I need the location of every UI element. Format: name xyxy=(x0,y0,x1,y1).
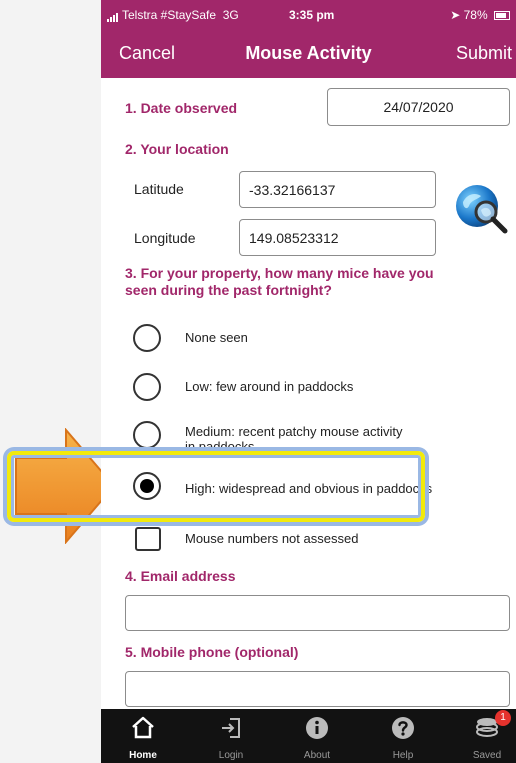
info-icon xyxy=(306,717,328,739)
option-label: None seen xyxy=(185,330,248,345)
option-none-seen: None seen xyxy=(185,330,248,345)
status-bar: Telstra #StaySafe 3G 3:35 pm ➤ 78% xyxy=(101,0,516,30)
tab-bar: Home Login About Help 1 Saved xyxy=(101,709,516,763)
email-field[interactable] xyxy=(125,595,510,631)
tab-help[interactable]: Help xyxy=(371,709,435,763)
battery-icon xyxy=(494,11,510,21)
help-icon xyxy=(392,717,414,739)
status-time: 3:35 pm xyxy=(289,8,335,22)
globe-search-icon[interactable] xyxy=(453,180,511,238)
selected-option-highlight xyxy=(7,451,425,522)
status-left: Telstra #StaySafe 3G xyxy=(107,8,239,22)
tab-label: Login xyxy=(218,750,244,761)
email-label: 4. Email address xyxy=(125,568,236,584)
nav-bar: Cancel Mouse Activity Submit xyxy=(101,30,516,78)
network-type: 3G xyxy=(222,8,239,22)
login-icon xyxy=(222,718,240,738)
date-field[interactable] xyxy=(327,88,510,126)
location-label: 2. Your location xyxy=(125,141,229,157)
signal-icon xyxy=(107,8,119,22)
tab-label: Help xyxy=(392,750,414,761)
saved-count-badge: 1 xyxy=(495,710,511,726)
tab-saved[interactable]: 1 Saved xyxy=(455,709,516,763)
tab-label: Saved xyxy=(472,750,502,761)
option-label: Low: few around in paddocks xyxy=(185,379,354,394)
battery-percent: 78% xyxy=(463,8,488,22)
mice-question-line1: 3. For your property, how many mice have… xyxy=(125,265,434,281)
radio-none-seen[interactable] xyxy=(133,324,161,352)
mice-question-line2: seen during the past fortnight? xyxy=(125,282,332,298)
option-medium: Medium: recent patchy mouse activity in … xyxy=(185,424,402,454)
submit-button[interactable]: Submit xyxy=(456,43,512,64)
home-icon xyxy=(132,716,154,739)
location-arrow-icon: ➤ xyxy=(450,8,461,22)
option-label: Mouse numbers not assessed xyxy=(185,531,359,546)
radio-medium[interactable] xyxy=(133,421,161,449)
option-low: Low: few around in paddocks xyxy=(185,379,353,394)
checkbox-not-assessed[interactable] xyxy=(135,527,161,551)
longitude-field[interactable] xyxy=(239,219,436,256)
longitude-label: Longitude xyxy=(134,230,196,246)
mice-question: 3. For your property, how many mice have… xyxy=(125,265,434,299)
radio-low[interactable] xyxy=(133,373,161,401)
tab-login[interactable]: Login xyxy=(199,709,263,763)
page-title: Mouse Activity xyxy=(245,43,372,63)
carrier-name: Telstra #StaySafe xyxy=(122,8,217,22)
tab-label: About xyxy=(303,750,331,761)
latitude-label: Latitude xyxy=(134,181,184,197)
date-label: 1. Date observed xyxy=(125,100,238,116)
latitude-field[interactable] xyxy=(239,171,436,208)
option-not-assessed: Mouse numbers not assessed xyxy=(185,531,358,546)
tab-about[interactable]: About xyxy=(285,709,349,763)
tab-label: Home xyxy=(129,750,157,761)
status-right: ➤ 78% xyxy=(450,8,510,22)
phone-screen: Telstra #StaySafe 3G 3:35 pm ➤ 78% Cance… xyxy=(101,0,516,763)
tab-home[interactable]: Home xyxy=(111,709,175,763)
phone-field[interactable] xyxy=(125,671,510,707)
phone-label: 5. Mobile phone (optional) xyxy=(125,644,299,660)
option-label: Medium: recent patchy mouse activity xyxy=(185,424,403,439)
